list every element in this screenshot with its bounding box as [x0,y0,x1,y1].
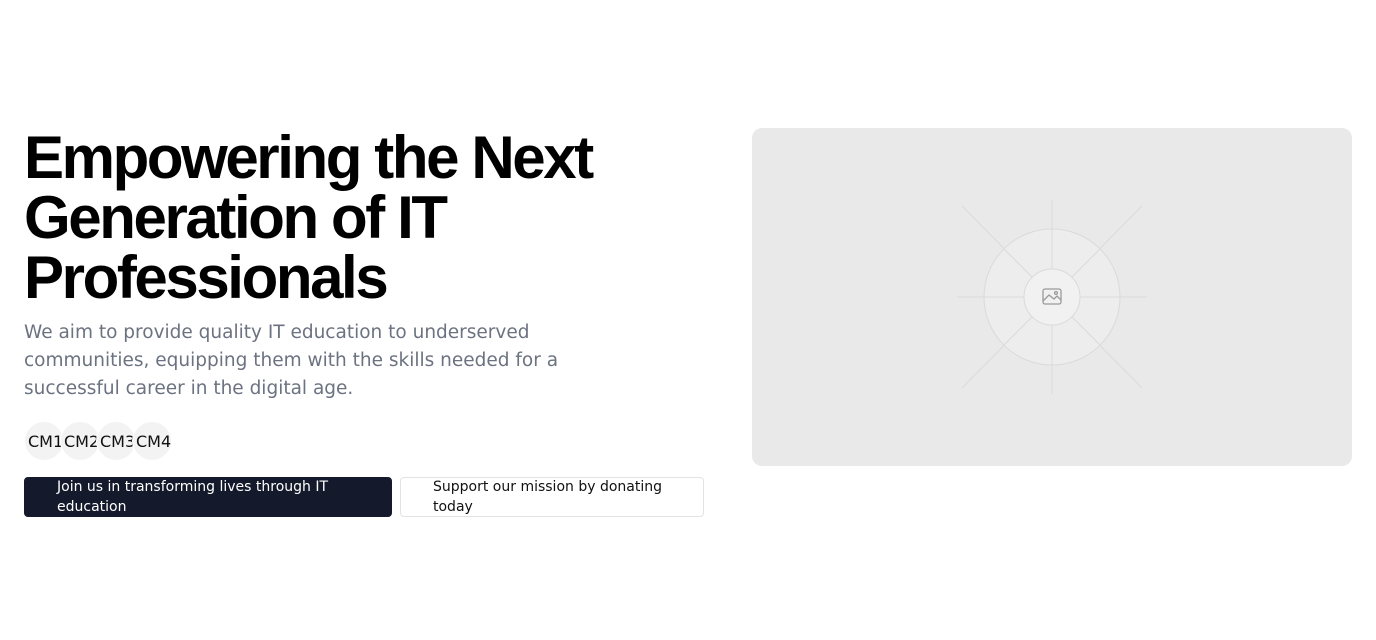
avatar: CM2 [60,421,100,461]
hero-image-placeholder [752,128,1352,466]
headline-line-1: Empowering the Next [24,124,594,191]
avatar: CM4 [132,421,172,461]
headline-line-3: Professionals [24,244,389,311]
headline-line-2: Generation of IT [24,184,448,251]
join-us-button[interactable]: Join us in transforming lives through IT… [24,477,392,517]
hero-description: We aim to provide quality IT education t… [24,322,559,399]
avatar: CM1 [24,421,64,461]
placeholder-graphic [957,200,1147,394]
avatar: CM3 [96,421,136,461]
hero-section: Empowering the Next Generation of IT Pro… [0,0,1376,640]
hero-headline: Empowering the Next Generation of IT Pro… [24,128,644,308]
donate-button[interactable]: Support our mission by donating today [400,477,704,517]
hero-content: Empowering the Next Generation of IT Pro… [24,128,714,517]
avatar-group: CM1 CM2 CM3 CM4 [24,421,714,461]
cta-buttons: Join us in transforming lives through IT… [24,477,714,517]
